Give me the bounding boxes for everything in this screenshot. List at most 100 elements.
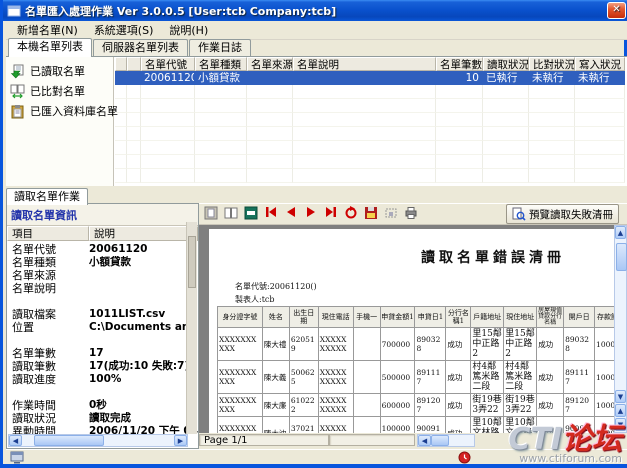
- scroll-thumb[interactable]: [431, 435, 449, 446]
- print-setup-icon[interactable]: [383, 205, 401, 223]
- next-page-icon[interactable]: [303, 205, 321, 223]
- report-column-header: 姓名: [262, 307, 289, 328]
- sidebar-item-label: 已讀取名單: [30, 63, 85, 79]
- list-row-empty[interactable]: [115, 141, 627, 155]
- info-horizontal-scrollbar[interactable]: ◀ ▶: [8, 434, 188, 447]
- sidebar-item-label: 已匯入資料庫名單: [30, 103, 118, 119]
- info-row: 名單說明: [7, 282, 198, 295]
- refresh-icon[interactable]: [343, 205, 361, 223]
- info-label: 作業時間: [7, 399, 89, 412]
- report-cell: 1000000: [380, 417, 415, 434]
- sidebar-item[interactable]: 已比對名單: [6, 81, 113, 101]
- titlebar[interactable]: 名單匯入處理作業 Ver 3.0.0.5 [User:tcb Company:t…: [3, 0, 627, 21]
- menu-item-help[interactable]: 說明(H): [162, 21, 215, 39]
- info-value: 讀取完成: [89, 412, 131, 425]
- prev-page-icon[interactable]: [283, 205, 301, 223]
- scroll-thumb[interactable]: [34, 435, 104, 446]
- page-up-icon[interactable]: ▲: [615, 404, 626, 417]
- report-column-header: 出生日期: [289, 307, 318, 328]
- list-column-header[interactable]: 名單來源: [247, 57, 293, 71]
- report-cell: XXXXXXXXXX: [318, 394, 353, 417]
- info-label: 名單代號: [7, 243, 89, 256]
- list-row-empty[interactable]: [115, 169, 627, 183]
- list-column-header[interactable]: 名單說明: [293, 57, 436, 71]
- preview-horizontal-scrollbar[interactable]: ◀: [417, 434, 475, 447]
- report-cell: 100000: [595, 394, 615, 417]
- scroll-right-icon[interactable]: ▶: [174, 435, 187, 446]
- list-column-header[interactable]: 名單筆數: [436, 57, 483, 71]
- zoom-100-icon[interactable]: [243, 205, 261, 223]
- report-cell: 成功: [446, 328, 471, 361]
- close-button[interactable]: ✕: [607, 2, 626, 19]
- sidebar-item[interactable]: 已匯入資料庫名單: [6, 101, 113, 121]
- report-row: XXXXXXXXXX陳大禮620519XXXXXXXXXX70000089032…: [218, 328, 616, 361]
- menu-item-new-list[interactable]: 新增名單(N): [10, 21, 85, 39]
- list-row-empty[interactable]: [115, 85, 627, 99]
- info-label: 位置: [7, 321, 89, 334]
- preview-fail-list-button[interactable]: 預覽讀取失敗清冊: [506, 204, 619, 224]
- list-header-row: 名單代號名單種類名單來源名單說明名單筆數讀取狀況比對狀況寫入狀況: [115, 57, 627, 71]
- info-row: 名單代號20061120: [7, 243, 198, 256]
- report-cell: 700000: [380, 328, 415, 361]
- report-column-header: 房屋現值貸款分行名稱: [537, 307, 564, 328]
- report-column-header: 身分證字號: [218, 307, 263, 328]
- whole-page-icon[interactable]: [203, 205, 221, 223]
- info-row: 讀取筆數17(成功:10 失敗:7): [7, 360, 198, 373]
- scroll-thumb[interactable]: [616, 243, 627, 271]
- report-cell: 500000: [380, 361, 415, 394]
- info-row: 作業時間0秒: [7, 399, 198, 412]
- list-cell: [247, 71, 293, 85]
- last-page-icon[interactable]: [323, 205, 341, 223]
- two-page-icon[interactable]: [223, 205, 241, 223]
- report-cell: 100000: [595, 417, 615, 434]
- tab-job-log[interactable]: 作業日誌: [189, 39, 251, 56]
- list-row-selected[interactable]: 20061120小額貸款10已執行未執行未執行: [115, 71, 627, 85]
- report-column-header: 存款餘額: [595, 307, 615, 328]
- tab-local-list[interactable]: 本機名單列表: [8, 38, 92, 57]
- list-cell: 已執行: [483, 71, 529, 85]
- list-column-header[interactable]: [115, 57, 127, 71]
- scroll-down-icon[interactable]: ▼: [615, 390, 626, 403]
- list-column-header[interactable]: 寫入狀況: [575, 57, 625, 71]
- info-value: 0秒: [89, 399, 107, 412]
- report-column-header: 戶籍地址: [471, 307, 504, 328]
- list-column-header[interactable]: 名單種類: [195, 57, 247, 71]
- export-icon[interactable]: [363, 205, 381, 223]
- report-cell: 891117: [564, 361, 595, 394]
- info-value: 小額貸款: [89, 256, 131, 269]
- report-cell: 成功: [446, 361, 471, 394]
- info-label: [7, 334, 89, 347]
- report-column-header: 現住電話: [318, 307, 353, 328]
- list-column-header[interactable]: 讀取狀況: [483, 57, 529, 71]
- list-column-header[interactable]: 名單代號: [141, 57, 195, 71]
- preview-vertical-scrollbar[interactable]: ▲ ▼ ▲ ▼: [614, 225, 627, 433]
- preview-fail-icon: [512, 207, 526, 221]
- info-value: 17: [89, 347, 104, 360]
- info-col-item: 項目: [7, 226, 89, 241]
- scroll-up-icon[interactable]: ▲: [615, 226, 626, 239]
- scroll-left-icon[interactable]: ◀: [9, 435, 22, 446]
- info-vertical-scrollbar[interactable]: [186, 222, 197, 434]
- first-page-icon[interactable]: [263, 205, 281, 223]
- tab-read-list-job[interactable]: 讀取名單作業: [6, 188, 88, 205]
- list-cell: [115, 71, 127, 85]
- scroll-left-icon[interactable]: ◀: [418, 435, 431, 446]
- report-cell: 街19巷3弄22: [504, 394, 537, 417]
- preview-fail-label: 預覽讀取失敗清冊: [529, 207, 613, 222]
- menu-item-system-options[interactable]: 系統選項(S): [87, 21, 161, 39]
- list-column-header[interactable]: [127, 57, 141, 71]
- print-icon[interactable]: [403, 205, 421, 223]
- tab-server-list[interactable]: 伺服器名單列表: [93, 39, 188, 56]
- sidebar-item[interactable]: 已讀取名單: [6, 61, 113, 81]
- page-down-icon[interactable]: ▼: [615, 418, 626, 431]
- report-cell: XXXXXXXXXX: [218, 361, 263, 394]
- info-row: 讀取檔案1011LIST.csv: [7, 308, 198, 321]
- list-column-header[interactable]: 比對狀況: [529, 57, 575, 71]
- list-row-empty[interactable]: [115, 127, 627, 141]
- scroll-thumb[interactable]: [188, 236, 196, 288]
- list-row-empty[interactable]: [115, 99, 627, 113]
- list-row-empty[interactable]: [115, 113, 627, 127]
- info-row: 位置C:\Documents and Settings: [7, 321, 198, 334]
- window-title: 名單匯入處理作業 Ver 3.0.0.5 [User:tcb Company:t…: [25, 3, 607, 19]
- list-row-empty[interactable]: [115, 155, 627, 169]
